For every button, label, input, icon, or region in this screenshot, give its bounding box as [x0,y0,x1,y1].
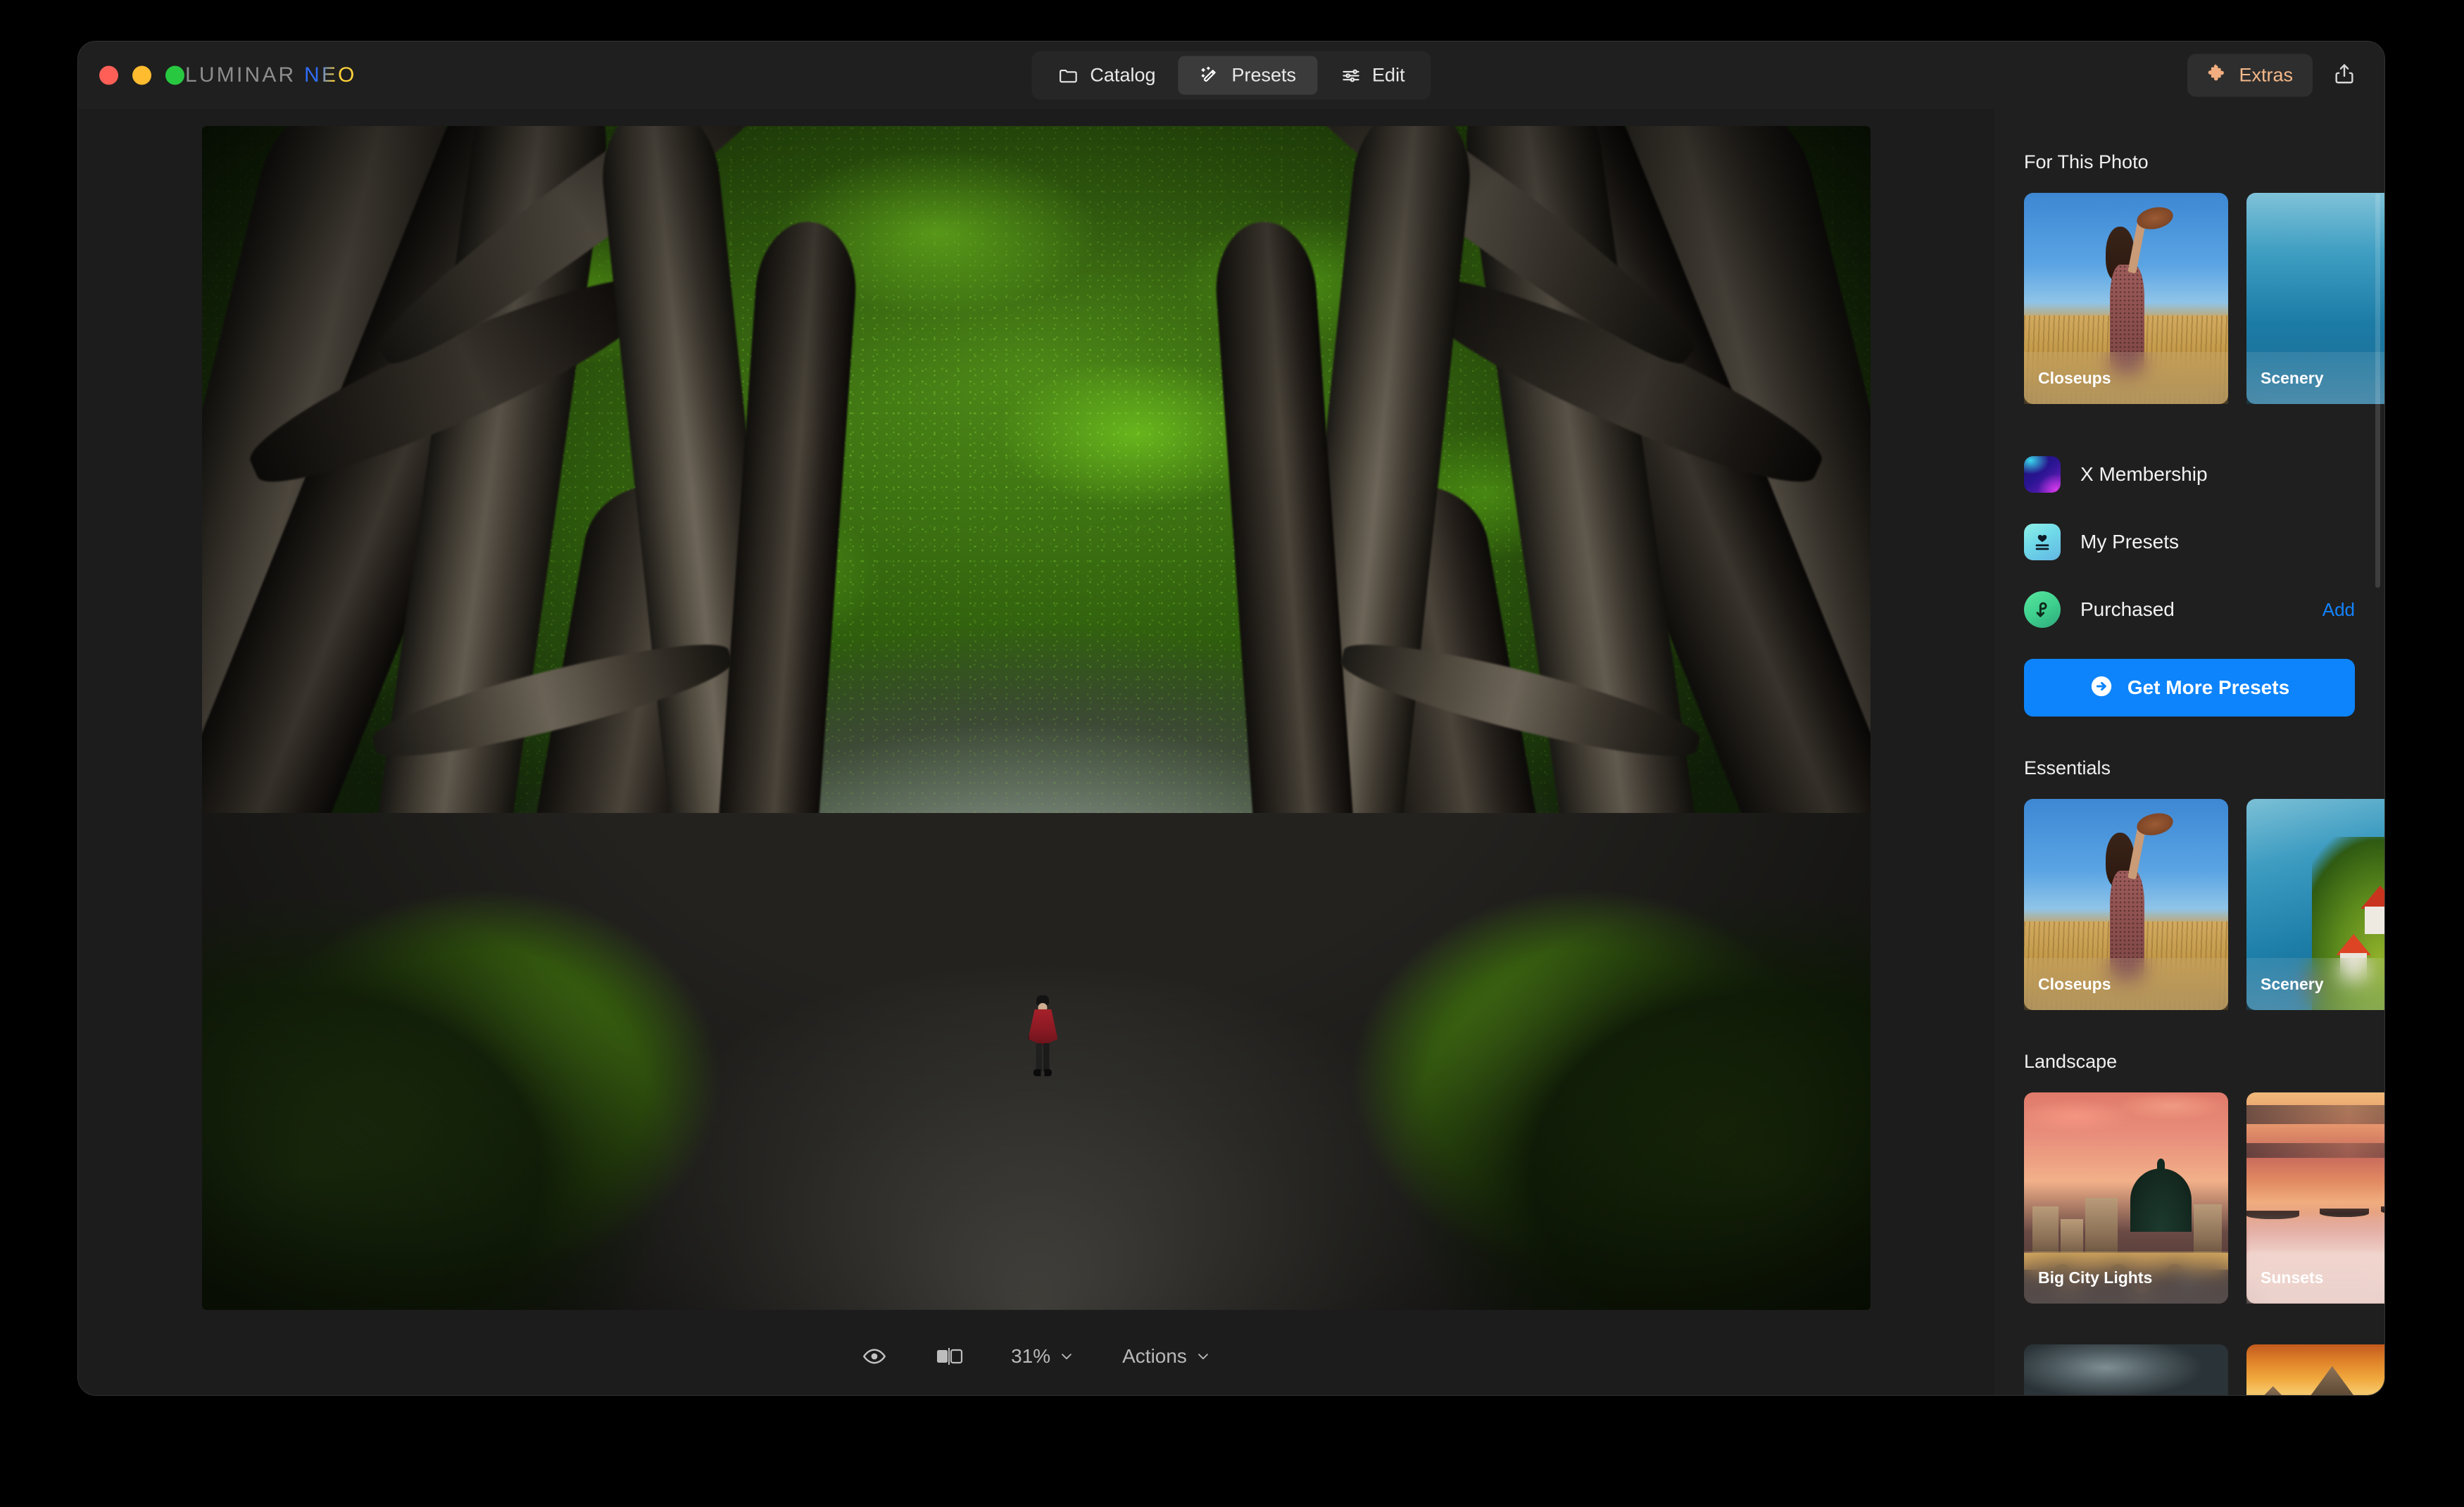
logo-neo: NEO [303,63,357,87]
photo-vignette [202,126,1871,1310]
tab-presets-label: Presets [1231,64,1297,86]
extras-label: Extras [2239,64,2293,86]
preset-card-scenery[interactable]: Scenery [2246,193,2384,404]
tab-catalog-label: Catalog [1090,64,1156,86]
section-essentials: Essentials Closeups Scenery [1994,757,2384,1010]
arrow-right-circle-icon [2089,674,2113,702]
chevron-down-icon [1059,1349,1074,1364]
sidebar-item-label: Purchased [2080,598,2175,620]
get-more-presets-button[interactable]: Get More Presets [2024,659,2355,717]
zoom-level-value: 31% [1011,1345,1051,1367]
sidebar-item-x-membership[interactable]: X Membership [1994,441,2384,508]
preset-card-closeups[interactable]: Closeups [2024,799,2228,1010]
sidebar-item-label: My Presets [2080,531,2180,553]
preset-card-label: Closeups [2024,352,2228,404]
for-this-photo-card-strip[interactable]: Closeups Scenery [1994,193,2384,404]
tab-catalog[interactable]: Catalog [1036,56,1176,95]
presets-sidebar: For This Photo Closeups Scenery X Member… [1994,109,2384,1395]
chevron-down-icon [1195,1349,1211,1364]
main-nav-segmented-control: Catalog Presets Edit [1031,51,1431,100]
x-membership-icon [2024,456,2061,493]
canvas-bottom-toolbar: 31% Actions [78,1318,1994,1395]
actions-label: Actions [1122,1345,1187,1367]
canvas-area: 31% Actions [78,109,1994,1395]
titlebar: LUMINAR NEO Catalog Presets Edit Extras [78,42,2384,109]
essentials-card-grid: Closeups Scenery [1994,799,2384,1010]
magic-wand-icon [1200,65,1221,86]
sliders-icon [1340,65,1361,86]
eye-icon [862,1344,887,1369]
puzzle-piece-icon [2207,63,2228,88]
preset-card-scenery[interactable]: Scenery [2246,799,2384,1010]
traffic-lights [99,65,184,85]
purchased-icon [2024,591,2061,628]
zoom-level-dropdown[interactable]: 31% [1004,1339,1081,1373]
compare-toggle-button[interactable] [928,1339,970,1373]
section-heading-for-this-photo: For This Photo [2024,151,2149,172]
preset-thumbnail [2024,1344,2228,1395]
titlebar-right-controls: Extras [2187,53,2361,97]
preset-card-label: Big City Lights [2024,1251,2228,1304]
maximize-button[interactable] [165,65,184,85]
window-body: 31% Actions For This Photo Closeups Scen… [78,109,2384,1395]
presets-sidebar-scroll: For This Photo Closeups Scenery X Member… [1994,109,2384,1395]
actions-dropdown[interactable]: Actions [1115,1339,1218,1373]
sidebar-scrollbar[interactable] [2375,194,2380,588]
share-icon [2332,62,2356,89]
minimize-button[interactable] [132,65,151,85]
photo-preview[interactable] [202,126,1871,1310]
preset-card-big-city-lights[interactable]: Big City Lights [2024,1092,2228,1304]
preset-card-label: Sunsets [2246,1251,2384,1304]
preview-toggle-button[interactable] [855,1338,894,1375]
section-heading-landscape: Landscape [2024,1051,2118,1072]
get-more-presets-label: Get More Presets [2127,676,2290,698]
section-heading-essentials: Essentials [2024,757,2111,778]
share-button[interactable] [2328,58,2361,94]
section-next-row-clipped [1994,1344,2384,1395]
sidebar-item-my-presets[interactable]: My Presets [1994,508,2384,576]
folder-icon [1057,65,1079,86]
preset-card-label: Scenery [2246,958,2384,1010]
tab-presets[interactable]: Presets [1178,56,1318,95]
section-for-this-photo: For This Photo Closeups Scenery [1994,151,2384,404]
preset-card-sunsets[interactable]: Sunsets [2246,1092,2384,1304]
sidebar-item-purchased[interactable]: Purchased Add [1994,576,2384,643]
next-row-card-grid [1994,1344,2384,1395]
preset-card-label: Scenery [2246,352,2384,404]
landscape-card-grid: Big City Lights Sunsets [1994,1092,2384,1304]
extras-button[interactable]: Extras [2187,53,2313,97]
close-button[interactable] [99,65,118,85]
before-after-icon [935,1345,963,1368]
photo-viewport[interactable] [78,109,1994,1318]
logo-luminar: LUMINAR [185,63,296,87]
app-logo: LUMINAR NEO [185,63,357,87]
luminar-neo-window: LUMINAR NEO Catalog Presets Edit Extras … [77,41,2385,1396]
preset-card-label: Closeups [2024,958,2228,1010]
preset-card-storm[interactable] [2024,1344,2228,1395]
add-purchased-link[interactable]: Add [2322,599,2355,621]
preset-card-closeups[interactable]: Closeups [2024,193,2228,404]
preset-card-mountain[interactable] [2246,1344,2384,1395]
section-landscape: Landscape Big City Lights Sunsets [1994,1051,2384,1304]
tab-edit[interactable]: Edit [1319,56,1426,95]
sidebar-item-label: X Membership [2080,463,2208,485]
preset-thumbnail [2246,1344,2384,1395]
my-presets-icon [2024,524,2061,560]
tab-edit-label: Edit [1372,64,1405,86]
